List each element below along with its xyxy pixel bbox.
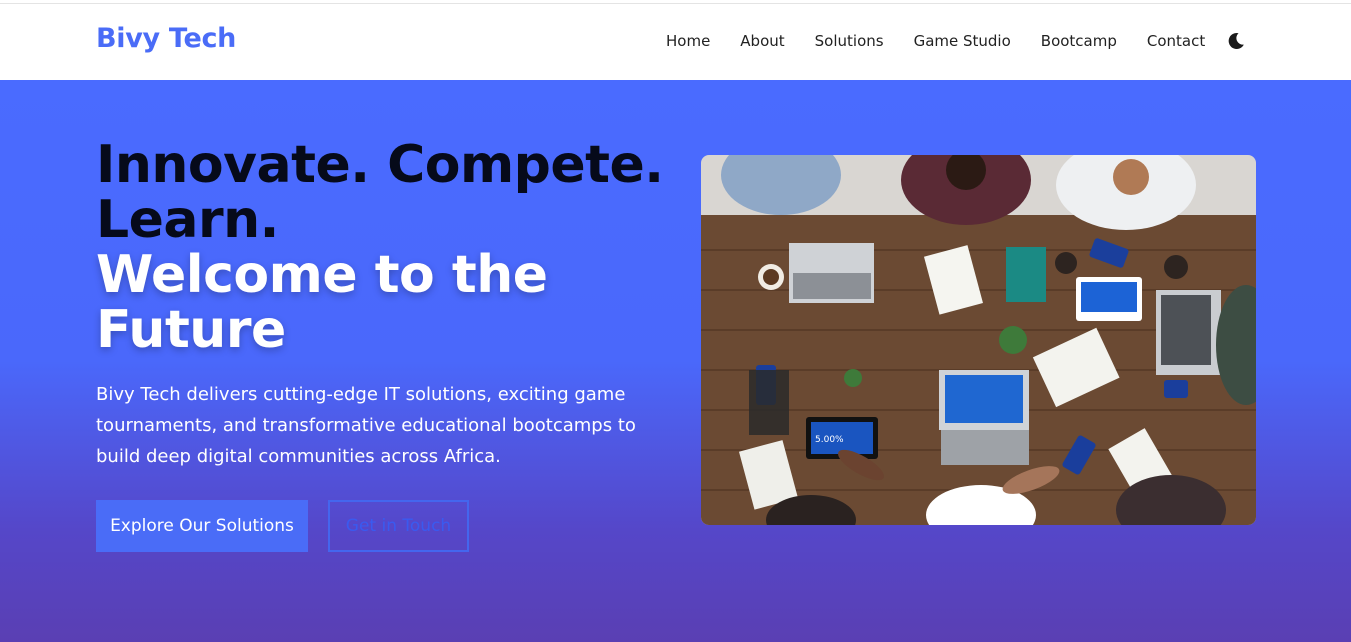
tablet-screen-text: 5.00%: [815, 435, 844, 445]
explore-solutions-button[interactable]: Explore Our Solutions: [96, 500, 308, 552]
nav-link-solutions[interactable]: Solutions: [815, 32, 884, 50]
headline-line-4: Future: [96, 300, 286, 360]
headline-line-1: Innovate. Compete.: [96, 135, 664, 195]
nav-link-home[interactable]: Home: [666, 32, 710, 50]
hero-description: Bivy Tech delivers cutting-edge IT solut…: [96, 384, 636, 467]
headline-line-2: Learn.: [96, 190, 279, 250]
nav-link-game-studio[interactable]: Game Studio: [914, 32, 1011, 50]
nav-link-about[interactable]: About: [740, 32, 784, 50]
headline-line-3: Welcome to the: [96, 245, 548, 305]
hero-section: Innovate. Compete. Learn. Welcome to the…: [0, 80, 1351, 642]
nav-links: Home About Solutions Game Studio Bootcam…: [666, 32, 1205, 50]
navbar: Bivy Tech Home About Solutions Game Stud…: [0, 4, 1351, 80]
hero-headline: Innovate. Compete. Learn. Welcome to the…: [96, 138, 676, 358]
hero-team-photo: 5.00%: [701, 155, 1256, 525]
moon-icon[interactable]: [1226, 31, 1246, 51]
nav-link-contact[interactable]: Contact: [1147, 32, 1205, 50]
brand-logo[interactable]: Bivy Tech: [96, 23, 236, 54]
get-in-touch-button[interactable]: Get in Touch: [328, 500, 469, 552]
nav-link-bootcamp[interactable]: Bootcamp: [1041, 32, 1117, 50]
